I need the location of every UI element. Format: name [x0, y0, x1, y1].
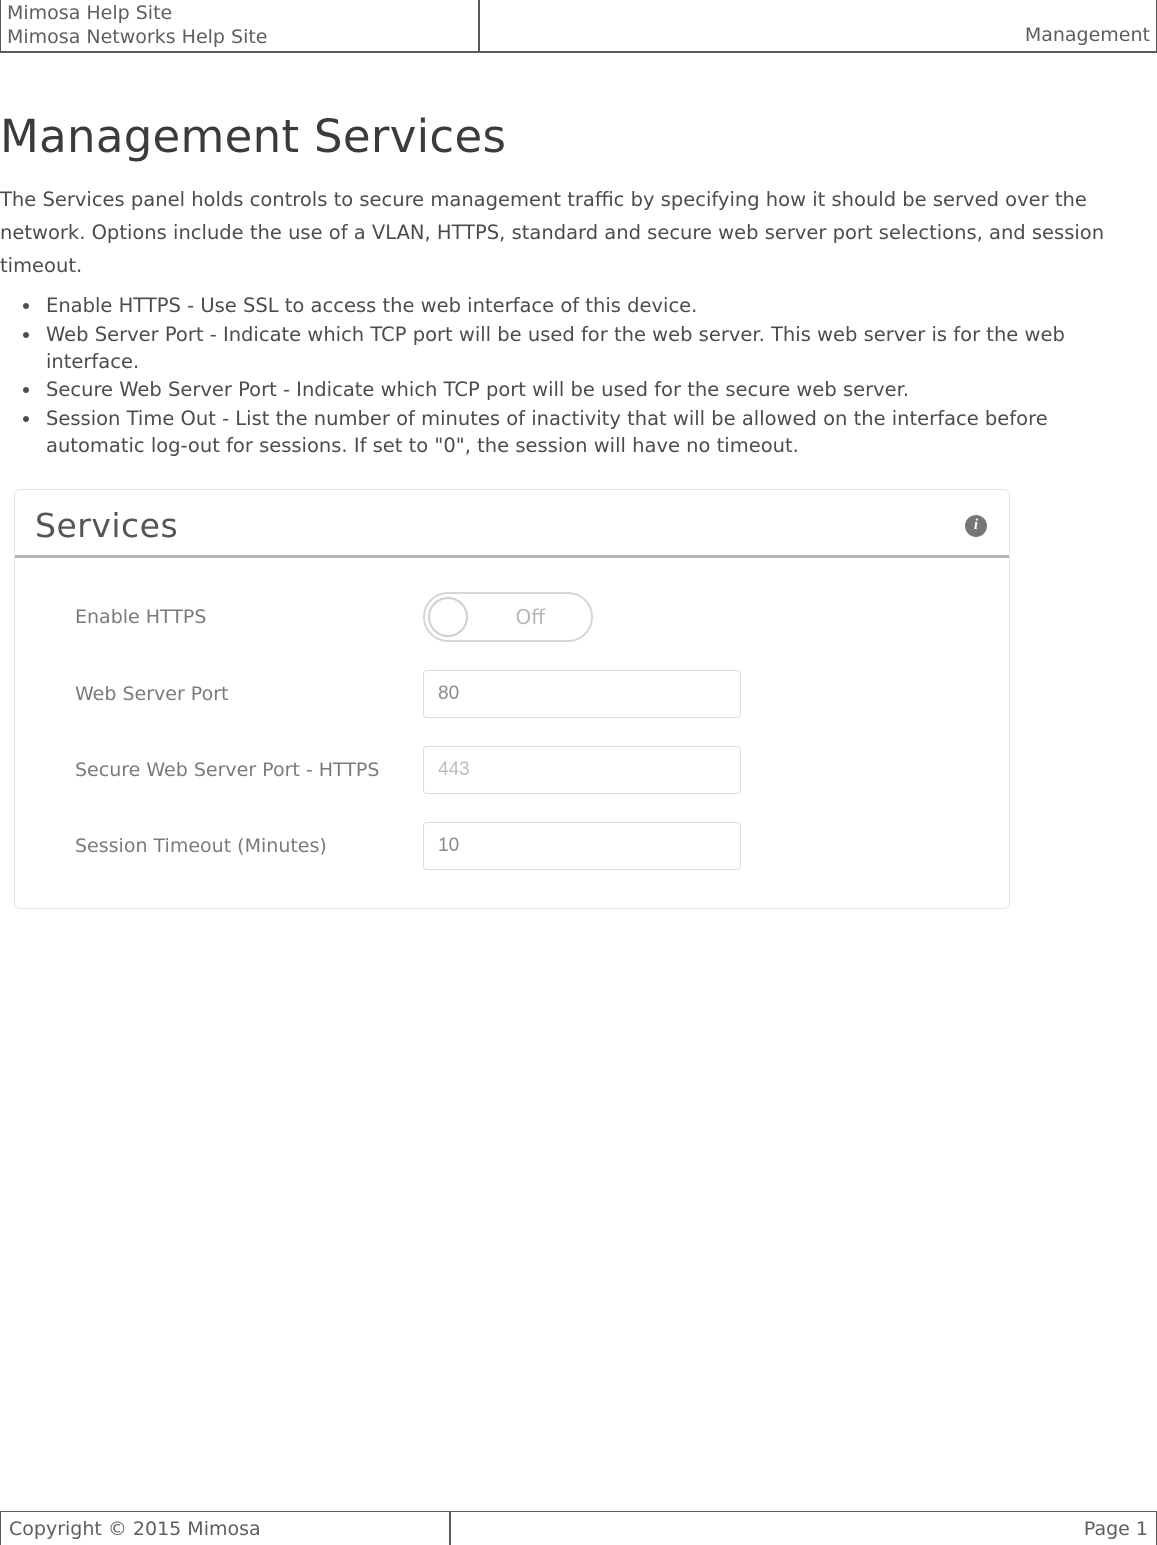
toggle-knob [428, 597, 468, 637]
input-secure-web-server-port[interactable] [423, 746, 741, 794]
row-enable-https: Enable HTTPS Off [15, 578, 1009, 656]
list-item: Web Server Port - Indicate which TCP por… [42, 321, 1147, 376]
label-session-timeout: Session Timeout (Minutes) [75, 835, 423, 857]
description-list: Enable HTTPS - Use SSL to access the web… [42, 292, 1147, 459]
label-web-server-port: Web Server Port [75, 683, 423, 705]
services-panel-body: Enable HTTPS Off Web Server Port Secure … [15, 558, 1009, 908]
page-header: Mimosa Help Site Mimosa Networks Help Si… [0, 0, 1157, 53]
page-title: Management Services [0, 110, 1147, 163]
services-panel: Services i Enable HTTPS Off Web Server P… [14, 489, 1010, 909]
header-section-label: Management [1025, 24, 1150, 48]
site-title-line2: Mimosa Networks Help Site [7, 26, 472, 50]
page-footer: Copyright © 2015 Mimosa Page 1 [0, 1511, 1157, 1545]
site-title-line1: Mimosa Help Site [7, 2, 472, 26]
input-session-timeout[interactable] [423, 822, 741, 870]
row-web-server-port: Web Server Port [15, 656, 1009, 732]
toggle-state-label: Off [515, 605, 545, 629]
row-session-timeout: Session Timeout (Minutes) [15, 808, 1009, 884]
list-item: Secure Web Server Port - Indicate which … [42, 376, 1147, 403]
footer-copyright: Copyright © 2015 Mimosa [0, 1511, 450, 1545]
info-icon[interactable]: i [965, 515, 987, 537]
row-secure-web-server-port: Secure Web Server Port - HTTPS [15, 732, 1009, 808]
intro-paragraph: The Services panel holds controls to sec… [0, 183, 1147, 282]
list-item: Enable HTTPS - Use SSL to access the web… [42, 292, 1147, 319]
header-left-cell: Mimosa Help Site Mimosa Networks Help Si… [0, 0, 479, 52]
services-panel-header: Services i [15, 490, 1009, 558]
list-item: Session Time Out - List the number of mi… [42, 405, 1147, 460]
label-secure-web-server-port: Secure Web Server Port - HTTPS [75, 759, 423, 781]
label-enable-https: Enable HTTPS [75, 606, 423, 628]
toggle-enable-https[interactable]: Off [423, 592, 593, 642]
page-body: Management Services The Services panel h… [0, 70, 1147, 909]
services-panel-title: Services [35, 506, 178, 545]
footer-page-number: Page 1 [450, 1511, 1157, 1545]
header-right-cell: Management [479, 0, 1157, 52]
input-web-server-port[interactable] [423, 670, 741, 718]
